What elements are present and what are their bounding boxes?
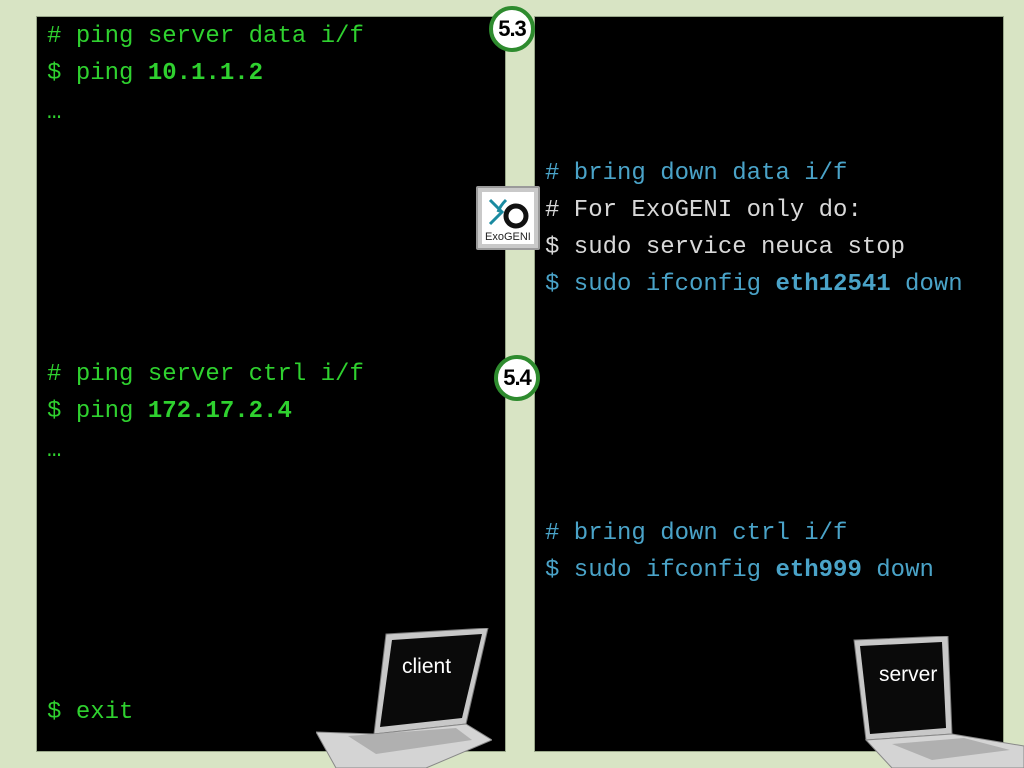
server-comment-exogeni: # For ExoGENI only do: <box>545 197 862 224</box>
step-badge-5-4: 5.4 <box>494 355 540 401</box>
client-ip-data: 10.1.1.2 <box>147 60 264 87</box>
svg-text:ExoGENI: ExoGENI <box>485 231 531 243</box>
client-line-1: # ping server data i/f <box>47 23 364 50</box>
server-iface-data: eth12541 <box>775 271 891 298</box>
client-line-4: # ping server ctrl i/f <box>47 361 364 388</box>
client-ip-ctrl: 172.17.2.4 <box>147 398 292 425</box>
client-line-2: $ ping 10.1.1.2 <box>47 60 264 87</box>
client-line-5: $ ping 172.17.2.4 <box>47 398 292 425</box>
client-line-7: $ exit <box>47 699 134 726</box>
server-cmd-neuca: $ sudo service neuca stop <box>545 234 906 261</box>
server-cmd-ifconfig-ctrl: $ sudo ifconfig eth999 down <box>545 557 934 584</box>
server-cmd-ifconfig-data: $ sudo ifconfig eth12541 down <box>545 271 963 298</box>
server-iface-ctrl: eth999 <box>775 557 862 584</box>
server-laptop-label: server <box>879 663 938 686</box>
client-line-6: … <box>47 437 62 464</box>
client-line-3: … <box>47 99 62 126</box>
client-laptop-icon <box>316 628 492 768</box>
server-comment-data: # bring down data i/f <box>545 160 848 187</box>
client-laptop-label: client <box>402 655 452 678</box>
server-comment-ctrl: # bring down ctrl i/f <box>545 520 848 547</box>
server-laptop-icon <box>853 636 1024 768</box>
exogeni-logo-icon: ExoGENI <box>476 186 540 250</box>
step-badge-5-3: 5.3 <box>489 6 535 52</box>
